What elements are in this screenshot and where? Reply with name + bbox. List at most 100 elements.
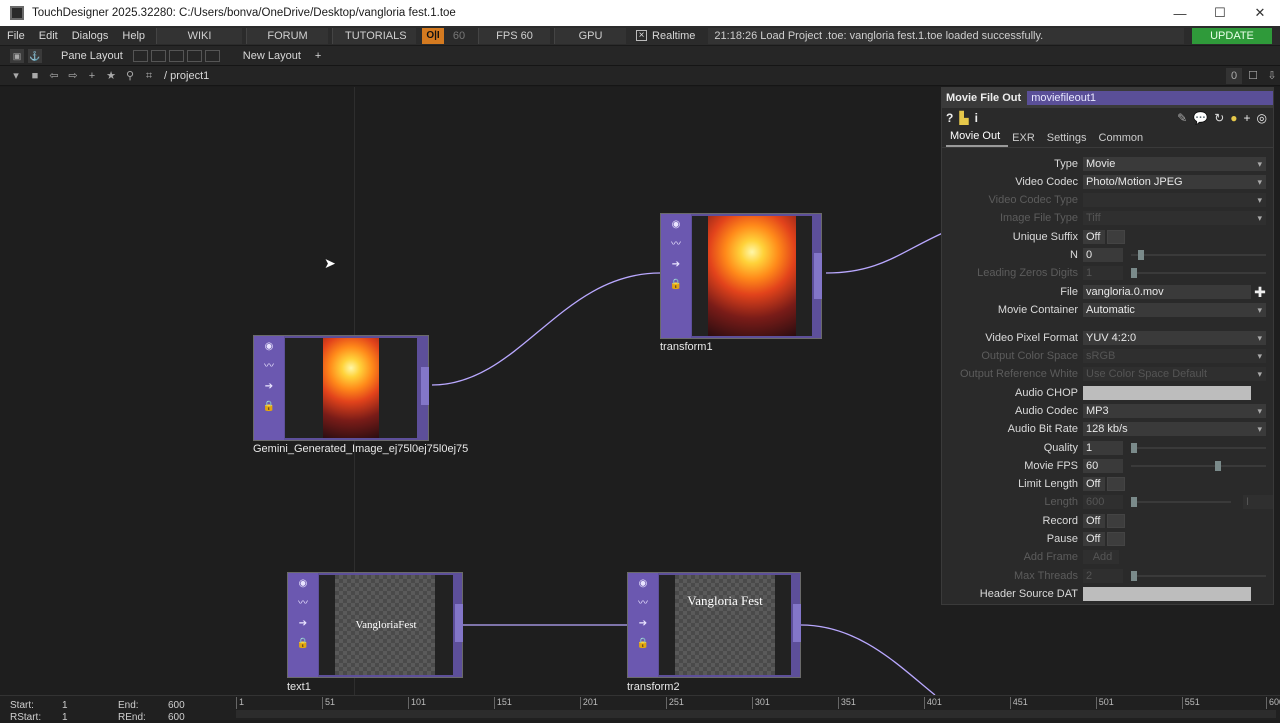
param-number-field[interactable]: 0 bbox=[1083, 248, 1123, 262]
layout-split-horizontal-icon[interactable] bbox=[168, 49, 184, 62]
layout-single-icon[interactable] bbox=[132, 49, 148, 62]
info-icon[interactable]: i bbox=[975, 111, 978, 125]
param-menu[interactable]: 128 kb/s bbox=[1083, 422, 1266, 436]
viewer-active-icon[interactable]: ◉ bbox=[296, 577, 310, 591]
start-value[interactable]: 1 bbox=[62, 700, 68, 711]
forum-button[interactable]: FORUM bbox=[246, 27, 329, 44]
param-menu[interactable]: Photo/Motion JPEG bbox=[1083, 175, 1266, 189]
viewer-active-icon[interactable]: ◉ bbox=[669, 218, 683, 232]
render-flag-icon[interactable]: ➔ bbox=[669, 258, 683, 272]
param-slider[interactable] bbox=[1131, 497, 1231, 507]
transform1-node[interactable]: ◉ 〰 ➔ 🔒 transform1 bbox=[660, 213, 824, 357]
tab-common[interactable]: Common bbox=[1095, 132, 1152, 147]
add-icon[interactable]: + bbox=[1244, 111, 1251, 125]
display-flag-icon[interactable]: 〰 bbox=[262, 360, 276, 374]
slider-handle[interactable] bbox=[1131, 497, 1137, 507]
viewer-active-icon[interactable]: ◉ bbox=[262, 340, 276, 354]
param-slider[interactable] bbox=[1131, 268, 1266, 278]
close-button[interactable]: ✕ bbox=[1240, 0, 1280, 26]
stop-icon[interactable]: ■ bbox=[27, 68, 43, 84]
param-toggle[interactable] bbox=[1107, 514, 1125, 528]
timeline-scrub-bar[interactable] bbox=[236, 710, 1276, 718]
param-menu[interactable]: Automatic bbox=[1083, 303, 1266, 317]
search-icon[interactable]: ⚲ bbox=[122, 68, 138, 84]
minimize-button[interactable]: — bbox=[1160, 0, 1200, 26]
tutorials-button[interactable]: TUTORIALS bbox=[332, 27, 417, 44]
output-connector[interactable] bbox=[455, 604, 463, 642]
output-connector[interactable] bbox=[814, 253, 822, 299]
target-icon[interactable]: ◎ bbox=[1257, 111, 1267, 125]
render-flag-icon[interactable]: ➔ bbox=[636, 617, 650, 631]
param-menu[interactable] bbox=[1083, 193, 1266, 207]
display-flag-icon[interactable]: 〰 bbox=[296, 597, 310, 611]
display-flag-icon[interactable]: 〰 bbox=[669, 238, 683, 252]
maximize-button[interactable]: ☐ bbox=[1200, 0, 1240, 26]
lock-icon[interactable]: 🔒 bbox=[669, 278, 683, 292]
slider-handle[interactable] bbox=[1137, 250, 1144, 260]
layout-four-icon[interactable] bbox=[204, 49, 220, 62]
param-toggle-value[interactable]: Off bbox=[1083, 477, 1105, 491]
add-operator-icon[interactable]: + bbox=[84, 68, 100, 84]
operator-name-field[interactable]: moviefileout1 bbox=[1027, 91, 1273, 105]
param-toggle-value[interactable]: Off bbox=[1083, 532, 1105, 546]
param-toggle[interactable] bbox=[1107, 230, 1125, 244]
gemini-image-node[interactable]: ◉ 〰 ➔ 🔒 Gemini_Generated_Image_ej75l0ej7… bbox=[253, 335, 468, 457]
transform2-node[interactable]: ◉ 〰 ➔ 🔒 Vangloria Fest transform2 bbox=[627, 572, 803, 695]
param-toggle[interactable] bbox=[1107, 532, 1125, 546]
param-number-field[interactable]: 1 bbox=[1083, 441, 1123, 455]
display-flag-icon[interactable]: 〰 bbox=[636, 597, 650, 611]
scroll-down-icon[interactable]: ⇩ bbox=[1264, 68, 1280, 84]
file-browse-icon[interactable]: ✚ bbox=[1253, 284, 1267, 301]
layout-three-icon[interactable] bbox=[186, 49, 202, 62]
comment-icon[interactable]: 💬 bbox=[1193, 111, 1208, 125]
reset-icon[interactable]: ↻ bbox=[1214, 111, 1224, 125]
param-number-field[interactable]: 600 bbox=[1083, 495, 1123, 509]
tab-settings[interactable]: Settings bbox=[1043, 132, 1095, 147]
image-pane-icon[interactable]: ▣ bbox=[10, 48, 24, 63]
render-flag-icon[interactable]: ➔ bbox=[296, 617, 310, 631]
new-layout-button[interactable]: New Layout bbox=[236, 46, 308, 66]
lock-icon[interactable]: 🔒 bbox=[636, 637, 650, 651]
back-icon[interactable]: ⇦ bbox=[46, 68, 62, 84]
layout-split-vertical-icon[interactable] bbox=[150, 49, 166, 62]
param-reference-field[interactable] bbox=[1083, 386, 1251, 400]
param-toggle[interactable] bbox=[1107, 477, 1125, 491]
param-unit-menu[interactable]: I bbox=[1243, 495, 1273, 509]
param-number-field[interactable]: 60 bbox=[1083, 459, 1123, 473]
param-slider[interactable] bbox=[1131, 443, 1266, 453]
param-menu[interactable]: YUV 4:2:0 bbox=[1083, 331, 1266, 345]
param-menu[interactable]: Use Color Space Default bbox=[1083, 367, 1266, 381]
menu-dialogs[interactable]: Dialogs bbox=[65, 26, 116, 46]
param-menu[interactable]: Movie bbox=[1083, 157, 1266, 171]
text1-node[interactable]: ◉ 〰 ➔ 🔒 VangloriaFest text1 bbox=[287, 572, 465, 695]
param-toggle-value[interactable]: Off bbox=[1083, 514, 1105, 528]
slider-handle[interactable] bbox=[1131, 443, 1137, 453]
param-slider[interactable] bbox=[1131, 571, 1266, 581]
render-flag-icon[interactable]: ➔ bbox=[262, 380, 276, 394]
tab-movie-out[interactable]: Movie Out bbox=[946, 130, 1009, 147]
file-path-field[interactable]: vangloria.0.mov bbox=[1083, 285, 1251, 299]
param-slider[interactable] bbox=[1131, 250, 1266, 260]
param-slider[interactable] bbox=[1131, 461, 1266, 471]
python-icon[interactable]: ● bbox=[1230, 111, 1237, 125]
rstart-value[interactable]: 1 bbox=[62, 712, 68, 723]
menu-edit[interactable]: Edit bbox=[32, 26, 65, 46]
help-icon[interactable]: ? bbox=[946, 111, 953, 125]
output-connector[interactable] bbox=[421, 367, 429, 405]
param-reference-field[interactable] bbox=[1083, 587, 1251, 601]
realtime-checkbox[interactable]: × bbox=[636, 30, 648, 41]
timeline-ruler[interactable]: 151101151201251301351401451501551600 bbox=[236, 697, 1280, 709]
network-view-icon[interactable]: ⌗ bbox=[141, 68, 157, 84]
update-button[interactable]: UPDATE bbox=[1192, 27, 1272, 44]
menu-file[interactable]: File bbox=[0, 26, 32, 46]
edit-pencil-icon[interactable]: ✎ bbox=[1177, 111, 1187, 125]
bookmark-star-icon[interactable]: ★ bbox=[103, 68, 119, 84]
forward-icon[interactable]: ⇨ bbox=[65, 68, 81, 84]
param-number-field[interactable]: 1 bbox=[1083, 266, 1123, 280]
pane-menu-icon[interactable]: ▾ bbox=[8, 68, 24, 84]
param-menu[interactable]: sRGB bbox=[1083, 349, 1266, 363]
menu-help[interactable]: Help bbox=[115, 26, 152, 46]
lock-icon[interactable]: 🔒 bbox=[296, 637, 310, 651]
param-pulse-button[interactable]: Add bbox=[1083, 550, 1119, 564]
end-value[interactable]: 600 bbox=[168, 700, 185, 711]
